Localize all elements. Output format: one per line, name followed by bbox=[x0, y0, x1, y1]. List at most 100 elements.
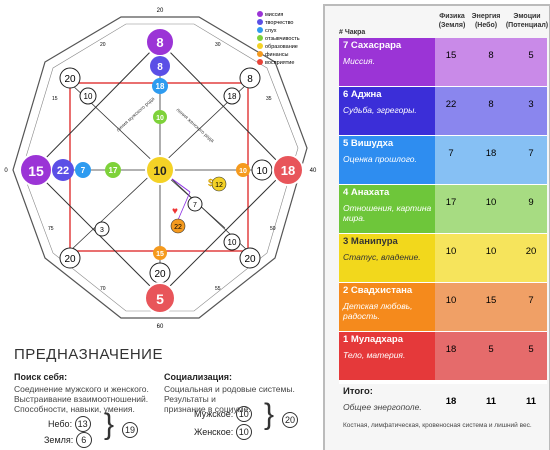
chakra-desc: Тело, материя. bbox=[343, 350, 406, 360]
sky-label: Небо: bbox=[48, 419, 73, 429]
chakra-emotion: 20 bbox=[525, 246, 537, 257]
total-state: Костная, лимфатическая, кровеносная сист… bbox=[339, 418, 547, 433]
svg-text:15: 15 bbox=[156, 251, 164, 258]
chakra-emotion: 3 bbox=[528, 99, 534, 110]
social-title: Социализация: bbox=[164, 372, 232, 382]
svg-text:20: 20 bbox=[154, 269, 166, 280]
age-mark: 30 bbox=[215, 42, 221, 48]
female-line-label: линия женского рода bbox=[175, 107, 215, 144]
social-sum: 20 bbox=[282, 412, 298, 428]
svg-text:20: 20 bbox=[244, 254, 256, 265]
social-sum-row: 20 bbox=[282, 412, 298, 428]
axis-mark-left: 0 bbox=[4, 168, 8, 174]
svg-text:образование: образование bbox=[265, 44, 298, 50]
chakra-energy: 18 bbox=[485, 148, 497, 159]
svg-text:12: 12 bbox=[215, 182, 223, 189]
svg-text:18: 18 bbox=[156, 82, 165, 91]
col-header-energy: Энергия (Небо) bbox=[471, 13, 501, 29]
chakra-emotion: 9 bbox=[528, 197, 534, 208]
chakra-phys: 22 bbox=[445, 99, 457, 110]
svg-text:18: 18 bbox=[281, 163, 295, 178]
svg-text:10: 10 bbox=[84, 92, 93, 101]
svg-text:17: 17 bbox=[109, 166, 118, 175]
male-value: 10 bbox=[235, 406, 252, 422]
social-brace: } bbox=[264, 398, 275, 431]
svg-text:миссия: миссия bbox=[265, 12, 283, 18]
axis-mark-top: 20 bbox=[157, 8, 164, 14]
col-header-chakra: # Чакра bbox=[339, 29, 366, 36]
chakra-desc: Оценка прошлого. bbox=[343, 154, 417, 164]
self-line: Соединение мужского и женского. bbox=[14, 384, 149, 394]
male-label: Мужское: bbox=[194, 409, 234, 419]
age-mark: 75 bbox=[48, 226, 54, 232]
total-emotion: 11 bbox=[525, 396, 537, 407]
age-mark: 20 bbox=[100, 42, 106, 48]
chakra-emotion: 7 bbox=[528, 148, 534, 159]
chakra-name: 7 Сахасрара bbox=[343, 40, 402, 51]
svg-text:слух: слух bbox=[265, 28, 277, 34]
chakra-phys: 7 bbox=[448, 148, 454, 159]
chakra-desc: Миссия. bbox=[343, 56, 375, 66]
age-mark: 50 bbox=[270, 226, 276, 232]
svg-text:10: 10 bbox=[239, 168, 247, 175]
female-value: 10 bbox=[235, 424, 252, 440]
chakra-energy: 8 bbox=[488, 50, 494, 61]
svg-text:8: 8 bbox=[247, 74, 253, 85]
svg-text:8: 8 bbox=[157, 62, 163, 73]
self-brace: } bbox=[104, 408, 115, 441]
earth-label: Земля: bbox=[44, 435, 74, 445]
male-line-label: линия мужского рода bbox=[115, 96, 156, 134]
self-search-block: Поиск себя: Соединение мужского и женско… bbox=[14, 372, 164, 414]
earth-value: 6 bbox=[75, 432, 92, 448]
svg-text:15: 15 bbox=[28, 163, 44, 179]
purpose-title: ПРЕДНАЗНАЧЕНИЕ bbox=[14, 346, 163, 363]
sky-value: 13 bbox=[74, 416, 91, 432]
chakra-phys: 10 bbox=[445, 246, 457, 257]
svg-text:финансы: финансы bbox=[265, 52, 288, 58]
svg-text:5: 5 bbox=[156, 291, 164, 307]
chakra-name: 3 Манипура bbox=[343, 236, 398, 247]
axis-mark-bottom: 60 bbox=[157, 324, 164, 330]
svg-text:творчество: творчество bbox=[265, 20, 294, 26]
col-header-emotion: Эмоции (Потенциал) bbox=[505, 13, 549, 29]
svg-text:22: 22 bbox=[57, 165, 69, 177]
total-name: Итого: bbox=[343, 386, 373, 397]
chakra-emotion: 5 bbox=[528, 344, 534, 355]
self-line: Выстраивание взаимоотношений. bbox=[14, 394, 149, 404]
chakra-table: # Чакра Физика (Земля) Энергия (Небо) Эм… bbox=[323, 4, 550, 450]
svg-text:10: 10 bbox=[256, 166, 268, 177]
svg-text:8: 8 bbox=[156, 35, 163, 50]
chakra-name: 4 Анахата bbox=[343, 187, 390, 198]
chakra-phys: 18 bbox=[445, 344, 457, 355]
sky-row: Небо: 13 bbox=[48, 416, 91, 432]
destiny-matrix-diagram: 20 40 60 0 15 20 30 35 50 55 70 75 линия… bbox=[4, 8, 317, 330]
legend: миссия творчество слух отзывчивость обра… bbox=[257, 11, 300, 66]
female-row: Женское: 10 bbox=[194, 424, 252, 440]
chakra-energy: 10 bbox=[485, 197, 497, 208]
chakra-name: 2 Свадхистана bbox=[343, 285, 413, 296]
age-mark: 15 bbox=[52, 96, 58, 102]
svg-text:20: 20 bbox=[64, 74, 76, 85]
chakra-emotion: 5 bbox=[528, 50, 534, 61]
svg-text:7: 7 bbox=[81, 166, 86, 175]
svg-text:10: 10 bbox=[153, 164, 167, 178]
svg-text:восприятие: восприятие bbox=[265, 60, 294, 66]
total-phys: 18 bbox=[445, 396, 457, 407]
chakra-desc: Статус, владение. bbox=[343, 252, 421, 262]
chakra-energy: 10 bbox=[485, 246, 497, 257]
svg-text:отзывчивость: отзывчивость bbox=[265, 36, 300, 42]
chakra-desc: Детская любовь, радость. bbox=[343, 301, 413, 321]
chakra-phys: 15 bbox=[445, 50, 457, 61]
chakra-energy: 15 bbox=[485, 295, 497, 306]
earth-row: Земля: 6 bbox=[44, 432, 92, 448]
chakra-name: 5 Вишудха bbox=[343, 138, 394, 149]
chakra-emotion: 7 bbox=[528, 295, 534, 306]
chakra-energy: 5 bbox=[488, 344, 494, 355]
purpose-section: ПРЕДНАЗНАЧЕНИЕ Поиск себя: Соединение му… bbox=[6, 340, 326, 450]
svg-text:20: 20 bbox=[64, 254, 76, 265]
svg-text:10: 10 bbox=[156, 115, 164, 122]
self-line: Способности, навыки, умения. bbox=[14, 404, 135, 414]
social-line: Социальная и родовые системы. Результаты… bbox=[164, 384, 295, 404]
chakra-name: 1 Муладхара bbox=[343, 334, 403, 345]
chakra-desc: Отношения, картина мира. bbox=[343, 203, 432, 223]
